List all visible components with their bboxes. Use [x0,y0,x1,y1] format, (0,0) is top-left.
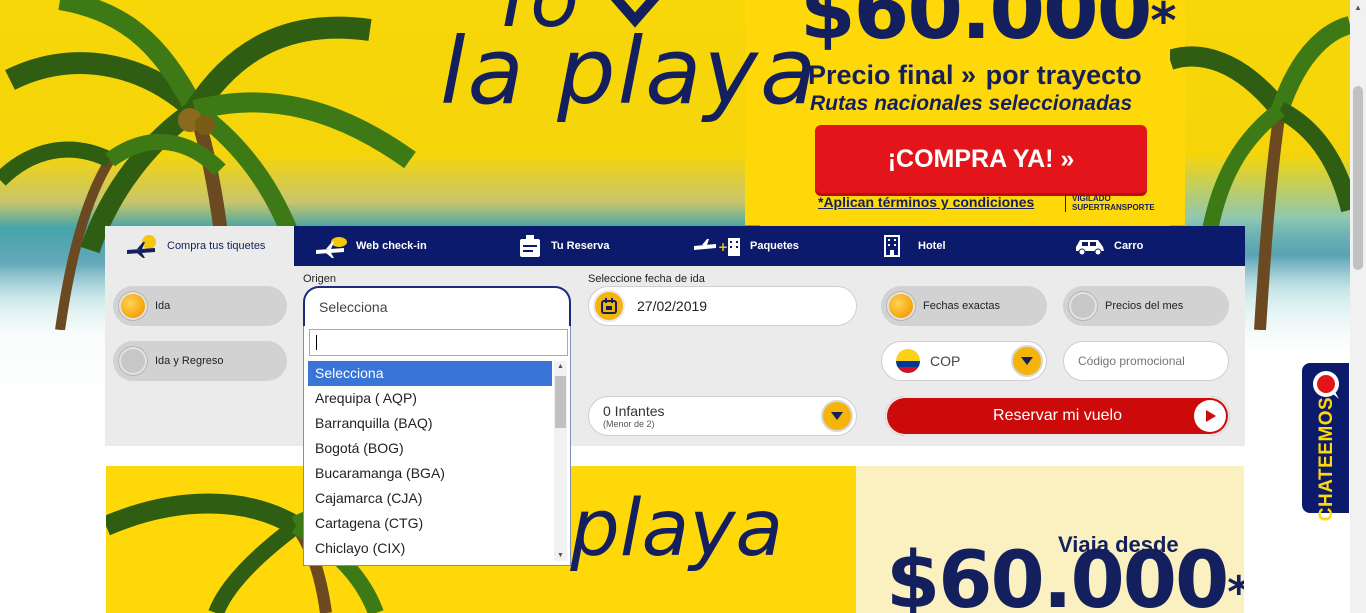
svg-text:+: + [718,240,728,254]
currency-value: COP [930,353,961,369]
origin-option[interactable]: Chiclayo (CIX) [308,536,552,561]
origin-selected-value: Selecciona [319,299,388,315]
infants-text: 0 Infantes (Menor de 2) [603,402,821,429]
tab-packages[interactable]: + Paquetes [674,226,864,266]
hotel-icon [884,235,900,257]
page-scrollbar[interactable]: ▲ [1350,0,1366,613]
plane-cloud-icon [314,234,348,258]
tab-label: Tu Reserva [551,240,610,252]
infants-select[interactable]: 0 Infantes (Menor de 2) [588,396,857,436]
vigilado-logo: VIGILADO SUPERTRANSPORTE [1065,194,1155,212]
chevron-down-icon [821,400,853,432]
origin-option[interactable]: Cartagena (CTG) [308,511,552,536]
trip-oneway-radio[interactable]: Ida [113,286,287,326]
scroll-up-arrow-icon[interactable]: ▲ [557,363,564,370]
hero-heading: la playa [440,18,819,125]
reservation-icon [517,233,543,259]
radio-unchecked-icon [1069,292,1097,320]
trip-roundtrip-radio[interactable]: Ida y Regreso [113,341,287,381]
departure-date-field[interactable]: 27/02/2019 [588,286,857,326]
tab-web-checkin[interactable]: Web check-in [294,226,484,266]
origin-select[interactable]: Selecciona [303,286,571,326]
hero-routes: Rutas nacionales seleccionadas [810,92,1133,115]
radio-unchecked-icon [119,347,147,375]
scroll-down-arrow-icon[interactable]: ▼ [557,552,564,559]
terms-link[interactable]: *Aplican términos y condiciones [818,194,1034,210]
tab-label: Paquetes [750,240,799,252]
tab-label: Web check-in [356,240,427,252]
page-scrollbar-thumb[interactable] [1353,86,1363,270]
month-prices-label: Precios del mes [1105,300,1184,312]
buy-now-button[interactable]: ¡COMPRA YA! » [815,125,1147,193]
origin-option[interactable]: Barranquilla (BAQ) [308,411,552,436]
tab-label: Hotel [918,240,946,252]
tab-label: Compra tus tiquetes [167,240,266,252]
origin-option[interactable]: Cajamarca (CJA) [308,486,552,511]
origin-label: Origen [303,273,337,285]
tab-buy-tickets[interactable]: Compra tus tiquetes [105,226,294,266]
reserve-flight-button[interactable]: Reservar mi vuelo [885,396,1230,436]
promo-banner-secondary[interactable]: la playa Viaja desde $60.000* [106,466,1244,613]
origin-search-input[interactable] [309,329,568,356]
month-prices-radio[interactable]: Precios del mes [1063,286,1229,326]
text-cursor [316,335,317,350]
reserve-flight-label: Reservar mi vuelo [993,407,1122,424]
tab-car[interactable]: Carro [1054,226,1245,266]
infants-value: 0 Infantes [603,402,665,419]
radio-checked-icon [887,292,915,320]
hero-price: $60.000* [800,0,1177,57]
departure-date-value: 27/02/2019 [637,298,708,314]
car-icon [1074,237,1106,255]
tab-my-booking[interactable]: Tu Reserva [484,226,674,266]
page: Yo la playa $60.000* Precio final » por … [0,0,1366,613]
origin-option[interactable]: Selecciona [308,361,552,386]
trip-roundtrip-label: Ida y Regreso [155,355,224,367]
infants-note: (Menor de 2) [603,418,655,429]
promo-code-field[interactable] [1063,341,1229,381]
chevron-down-icon [1011,345,1043,377]
promo-code-input[interactable] [1078,354,1218,368]
origin-option[interactable]: Arequipa ( AQP) [308,386,552,411]
radio-checked-icon [119,292,147,320]
scroll-up-arrow-icon[interactable]: ▲ [1354,3,1362,12]
origin-options-list: Selecciona Arequipa ( AQP) Barranquilla … [308,361,552,561]
date-label: Seleccione fecha de ida [588,273,705,285]
booking-tabs: Compra tus tiquetes Web check-in Tu Rese… [105,226,1245,266]
tab-label: Carro [1114,240,1144,252]
tab-hotel[interactable]: Hotel [864,226,1054,266]
origin-dropdown: Selecciona Arequipa ( AQP) Barranquilla … [303,326,571,566]
exact-dates-radio[interactable]: Fechas exactas [881,286,1047,326]
plane-hotel-icon: + [694,234,742,258]
hero-subtitle: Precio final » por trayecto [808,60,1144,90]
plane-sun-icon [125,234,159,258]
exact-dates-label: Fechas exactas [923,300,1001,312]
booking-widget: Compra tus tiquetes Web check-in Tu Rese… [105,226,1245,446]
chat-tab-label: CHATEEMOS [1316,396,1337,522]
calendar-icon [593,290,625,322]
origin-option[interactable]: Bogotá (BOG) [308,436,552,461]
trip-oneway-label: Ida [155,300,171,312]
scrollbar-thumb[interactable] [555,376,566,428]
chat-tab[interactable]: CHATEEMOS [1302,363,1349,521]
origin-list-scrollbar[interactable]: ▲ ▼ [554,361,567,561]
colombia-flag-icon [896,349,920,373]
play-arrow-icon [1194,400,1226,432]
origin-option[interactable]: Bucaramanga (BGA) [308,461,552,486]
promo-banner-price: $60.000* [886,536,1244,613]
currency-select[interactable]: COP [881,341,1047,381]
